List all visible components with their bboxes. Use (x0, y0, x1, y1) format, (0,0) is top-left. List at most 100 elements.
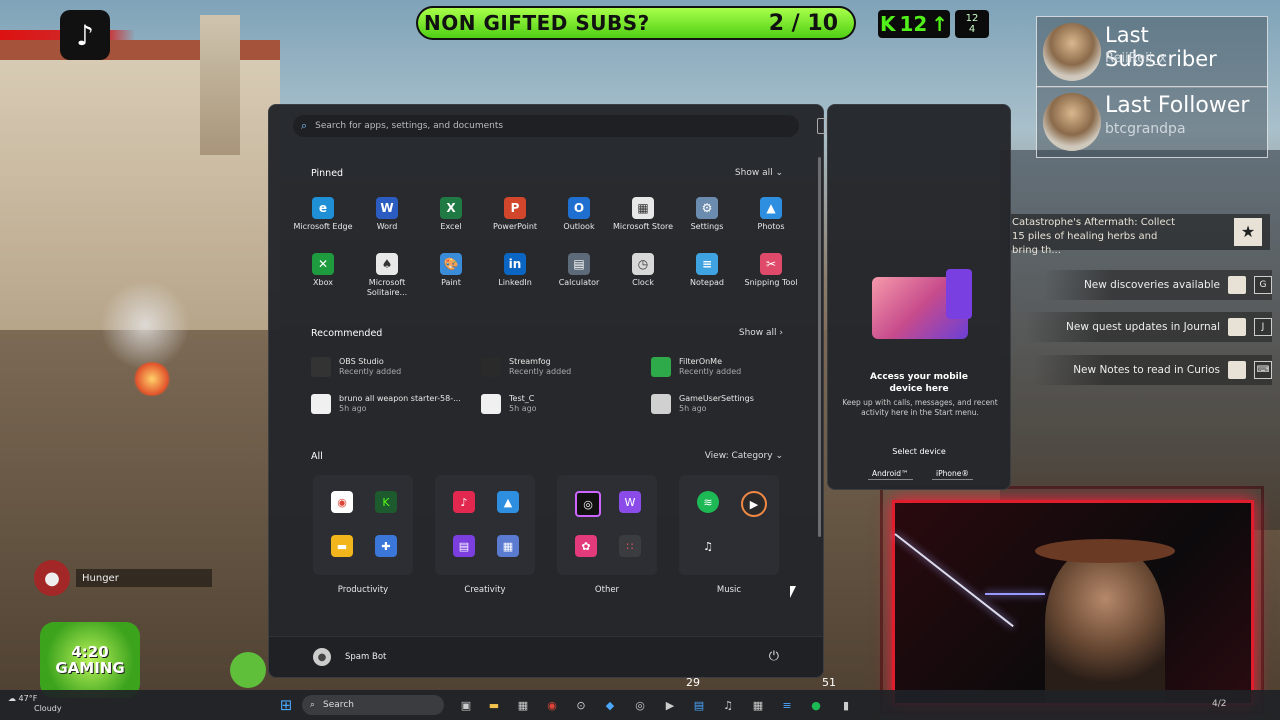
chrome-icon[interactable]: ◉ (542, 695, 562, 715)
recommended-item[interactable]: bruno all weapon starter-58-... 5h ago (311, 394, 461, 414)
view-category-dropdown[interactable]: View: Category ⌄ (705, 451, 783, 461)
notice-discoveries: New discoveries available G (1043, 270, 1272, 300)
recommended-sub: Recently added (679, 367, 742, 376)
spotify-icon[interactable]: ● (806, 695, 826, 715)
campfire (132, 362, 172, 396)
app-icon[interactable]: ◆ (600, 695, 620, 715)
file-explorer-icon[interactable]: ▬ (484, 695, 504, 715)
user-account-button[interactable]: ● Spam Bot (313, 648, 386, 666)
pinned-app-solitaire[interactable]: ♠ Microsoft Solitaire... (355, 253, 419, 298)
recommended-text: Streamfog Recently added (509, 357, 571, 377)
logo-line1: 4:20 (71, 643, 109, 661)
show-all-label: Show all (734, 168, 773, 178)
quest-tracker: Catastrophe's Aftermath: Collect 15 pile… (1008, 214, 1270, 256)
pinned-app-xbox[interactable]: ✕ Xbox (291, 253, 355, 288)
media-player-icon[interactable]: ▶ (660, 695, 680, 715)
phone-icon[interactable] (817, 118, 827, 134)
folder-icon: ▬ (331, 535, 353, 557)
weather-widget[interactable]: ☁ 47°F Cloudy (8, 694, 62, 714)
pinned-show-all-button[interactable]: Show all ⌄ (735, 168, 783, 178)
recommended-item[interactable]: FilterOnMe Recently added (651, 357, 741, 377)
avatar (1043, 23, 1101, 81)
pinned-app-excel[interactable]: X Excel (419, 197, 483, 232)
android-button[interactable]: Android™ (868, 469, 913, 480)
skill-icon (230, 652, 266, 688)
note-icon (1228, 361, 1246, 379)
search-icon: ⌕ (301, 119, 308, 132)
recommended-item[interactable]: OBS Studio Recently added (311, 357, 401, 377)
tiktok-app-icon: ♪ (453, 491, 475, 513)
excel-icon: X (440, 197, 462, 219)
pinned-app-linkedin[interactable]: in LinkedIn (483, 253, 547, 288)
pinned-app-label: Microsoft Edge (293, 222, 353, 231)
taskbar-search[interactable]: ⌕ Search (302, 695, 444, 715)
pinned-app-notepad[interactable]: ≡ Notepad (675, 253, 739, 288)
pinned-app-edge[interactable]: e Microsoft Edge (291, 197, 355, 232)
logo-line2: GAMING (55, 659, 125, 677)
recommended-item[interactable]: Streamfog Recently added (481, 357, 571, 377)
iphone-button[interactable]: iPhone® (932, 469, 973, 480)
key-hint: J (1254, 318, 1272, 336)
pinned-app-powerpoint[interactable]: P PowerPoint (483, 197, 547, 232)
hud-number-right: 51 (822, 676, 836, 689)
key-hint: G (1254, 276, 1272, 294)
pinned-app-clock[interactable]: ◷ Clock (611, 253, 675, 288)
bell-tower (200, 15, 240, 155)
pinned-app-label: Paint (441, 278, 461, 287)
windows-start-icon[interactable]: ⊞ (276, 695, 296, 715)
notepad-icon: ≡ (696, 253, 718, 275)
task-view-icon[interactable]: ▣ (456, 695, 476, 715)
notice-text: New discoveries available (1083, 279, 1220, 291)
store-icon: ▦ (632, 197, 654, 219)
file-icon (481, 394, 501, 414)
hunger-meter: ● Hunger (34, 560, 212, 596)
start-search-input[interactable]: ⌕ Search for apps, settings, and documen… (293, 115, 827, 137)
pinned-app-calculator[interactable]: ▤ Calculator (547, 253, 611, 288)
hunger-bar: Hunger (76, 569, 212, 587)
pinned-app-word[interactable]: W Word (355, 197, 419, 232)
pinned-app-snipping[interactable]: ✂ Snipping Tool (739, 253, 803, 288)
taskbar-clock: 4/2 (1212, 699, 1227, 709)
app-icon[interactable]: ▤ (689, 695, 709, 715)
show-all-label: Show all (738, 328, 777, 338)
kick-mini-top: 12 (965, 13, 979, 24)
category-creativity[interactable]: ♪ ▲ ▤ ▦ (435, 475, 535, 575)
recommended-show-all-button[interactable]: Show all › (739, 328, 783, 338)
power-icon[interactable]: ⏻ (769, 649, 779, 664)
category-other[interactable]: ◎ W ✿ ∷ (557, 475, 657, 575)
music-note-icon[interactable]: ♫ (718, 695, 738, 715)
category-music[interactable]: ≋ ▶ ♫ (679, 475, 779, 575)
steam-icon[interactable]: ⊙ (571, 695, 591, 715)
clock-icon: ◷ (632, 253, 654, 275)
pinned-app-label: Word (376, 222, 398, 231)
arrow-up-icon: ↑ (931, 12, 949, 36)
category-label: Productivity (337, 585, 389, 595)
recommended-item[interactable]: GameUserSettings 5h ago (651, 394, 754, 414)
app-icon[interactable]: ▮ (836, 695, 856, 715)
recommended-name: OBS Studio (339, 357, 384, 366)
pinned-app-label: PowerPoint (492, 222, 538, 231)
app-icon[interactable]: ▦ (748, 695, 768, 715)
apps-icon: ✚ (375, 535, 397, 557)
media-player-icon: ▶ (741, 491, 767, 517)
pinned-app-settings[interactable]: ⚙ Settings (675, 197, 739, 232)
taskbar-search-label: Search (323, 700, 354, 710)
pirate-hat (1035, 539, 1175, 563)
pinned-app-photos[interactable]: ▲ Photos (739, 197, 803, 232)
snipping-icon: ✂ (760, 253, 782, 275)
scrollbar[interactable] (818, 157, 821, 537)
recommended-item[interactable]: Test_C 5h ago (481, 394, 537, 414)
pinned-app-store[interactable]: ▦ Microsoft Store (611, 197, 675, 232)
pinned-app-outlook[interactable]: O Outlook (547, 197, 611, 232)
pinned-app-paint[interactable]: 🎨 Paint (419, 253, 483, 288)
notice-text: New quest updates in Journal (1066, 321, 1220, 333)
app-icon[interactable]: ◎ (630, 695, 650, 715)
filteronme-icon (651, 357, 671, 377)
notepad-icon[interactable]: ≡ (777, 695, 797, 715)
map-icon (1228, 276, 1246, 294)
category-productivity[interactable]: ◉ K ▬ ✚ (313, 475, 413, 575)
store-icon[interactable]: ▦ (513, 695, 533, 715)
light-beam (985, 593, 1045, 595)
user-avatar-icon: ● (313, 648, 331, 666)
last-follower-box: Last Follower btcgrandpa (1036, 86, 1268, 158)
